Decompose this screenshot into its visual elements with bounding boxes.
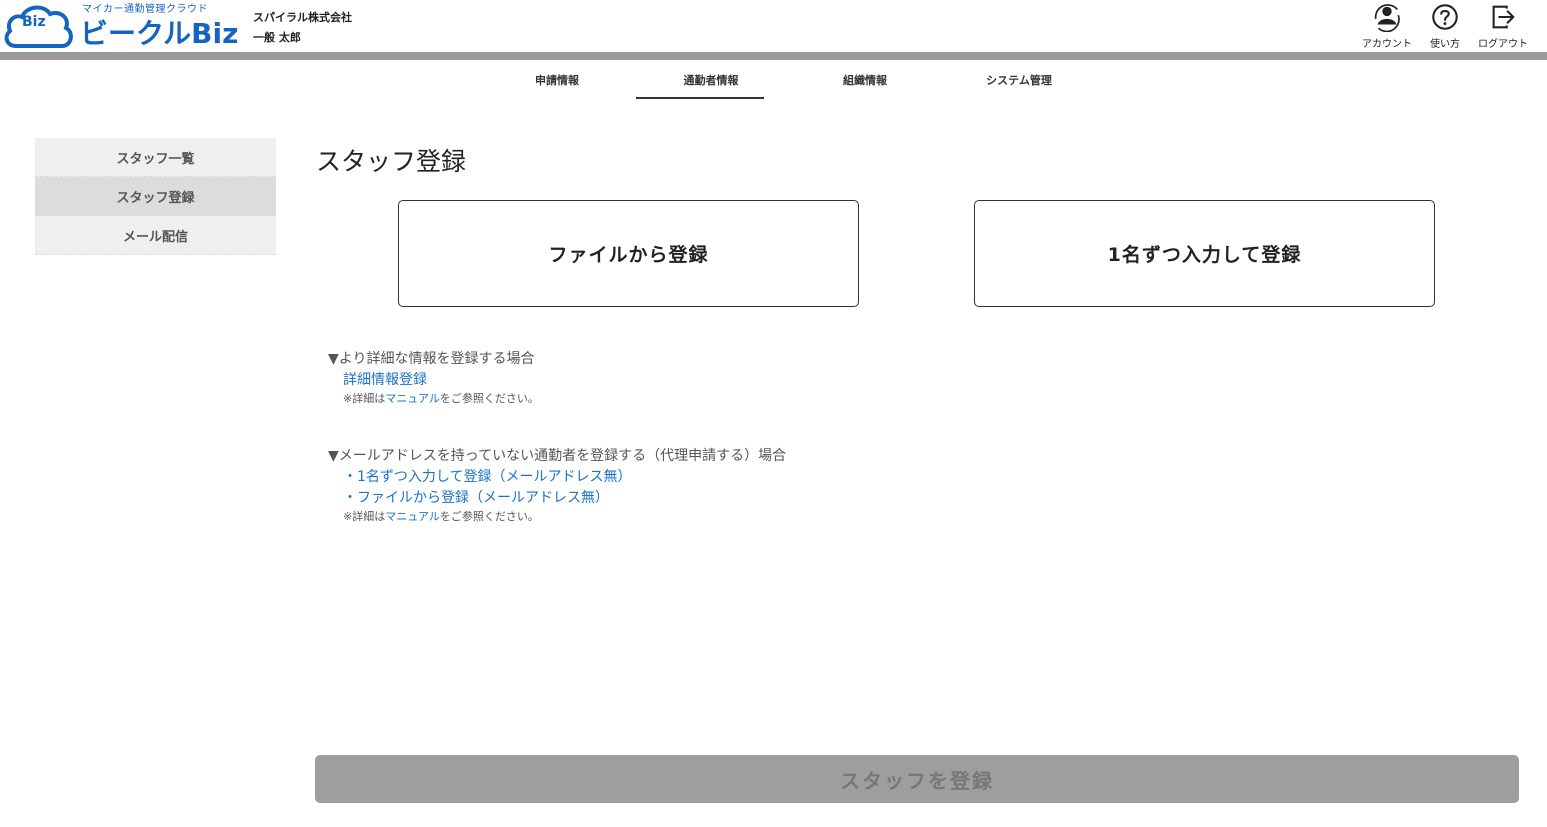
- no-email-section-heading: ▼メールアドレスを持っていない通勤者を登録する（代理申請する）場合: [328, 448, 787, 464]
- logout-icon: [1492, 5, 1515, 29]
- sidebar-item-staff-list[interactable]: スタッフ一覧: [35, 138, 276, 177]
- tab-application-info[interactable]: 申請情報: [480, 60, 634, 100]
- register-from-file-button[interactable]: ファイルから登録: [398, 200, 859, 307]
- company-name: スパイラル株式会社: [253, 11, 352, 24]
- account-icon: [1374, 4, 1400, 32]
- logout-button[interactable]: ログアウト: [1472, 2, 1534, 50]
- brand-name: ビークルBiz: [80, 17, 239, 50]
- detail-register-link[interactable]: 詳細情報登録: [343, 369, 427, 389]
- sidebar-item-staff-register[interactable]: スタッフ登録: [35, 177, 276, 216]
- register-single-button[interactable]: 1名ずつ入力して登録: [974, 200, 1435, 307]
- no-email-manual-note: ※詳細はマニュアルをご参照ください。: [343, 508, 539, 524]
- register-file-no-email-link[interactable]: ・ファイルから登録（メールアドレス無）: [343, 487, 609, 507]
- note-prefix: ※詳細は: [343, 392, 386, 405]
- tab-commuter-info[interactable]: 通勤者情報: [634, 60, 788, 100]
- page-title: スタッフ登録: [316, 147, 467, 176]
- register-single-no-email-link[interactable]: ・1名ずつ入力して登録（メールアドレス無）: [343, 466, 632, 486]
- note-suffix: をご参照ください。: [439, 392, 539, 405]
- note-suffix: をご参照ください。: [439, 510, 539, 523]
- detail-section-heading: ▼より詳細な情報を登録する場合: [328, 351, 535, 367]
- app-logo[interactable]: Biz マイカー通勤管理クラウド ビークルBiz: [0, 0, 240, 52]
- account-button[interactable]: アカウント: [1356, 2, 1418, 50]
- help-button[interactable]: 使い方: [1424, 2, 1466, 50]
- register-staff-submit-button[interactable]: スタッフを登録: [315, 755, 1519, 803]
- sidebar: スタッフ一覧 スタッフ登録 メール配信: [35, 138, 276, 255]
- user-name: 一般 太郎: [253, 31, 301, 44]
- manual-link[interactable]: マニュアル: [385, 392, 440, 405]
- header-divider-bar: [0, 52, 1547, 60]
- account-label: アカウント: [1362, 39, 1412, 50]
- app-header: Biz マイカー通勤管理クラウド ビークルBiz スパイラル株式会社 一般 太郎…: [0, 0, 1547, 52]
- sidebar-item-mail-delivery[interactable]: メール配信: [35, 216, 276, 255]
- detail-manual-note: ※詳細はマニュアルをご参照ください。: [343, 390, 539, 406]
- note-prefix: ※詳細は: [343, 510, 386, 523]
- tab-organization-info[interactable]: 組織情報: [788, 60, 942, 100]
- help-icon: [1432, 4, 1458, 30]
- tab-system-management[interactable]: システム管理: [942, 60, 1096, 100]
- manual-link[interactable]: マニュアル: [385, 510, 440, 523]
- main-tabs: 申請情報 通勤者情報 組織情報 システム管理: [480, 60, 1096, 100]
- logo-badge: Biz: [22, 14, 46, 30]
- help-label: 使い方: [1430, 39, 1460, 50]
- logout-label: ログアウト: [1478, 39, 1528, 50]
